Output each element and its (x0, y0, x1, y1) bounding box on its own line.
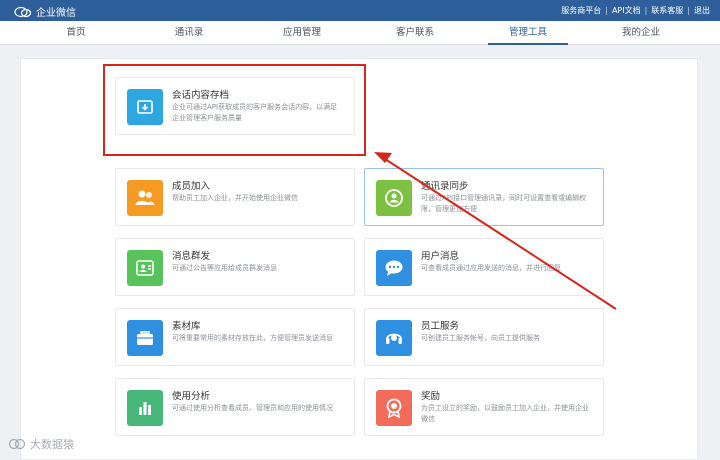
annotation-arrow (374, 152, 617, 310)
watermark-logo-icon (8, 438, 26, 450)
watermark: 大数据猿 (8, 436, 74, 452)
watermark-text: 大数据猿 (30, 438, 74, 451)
